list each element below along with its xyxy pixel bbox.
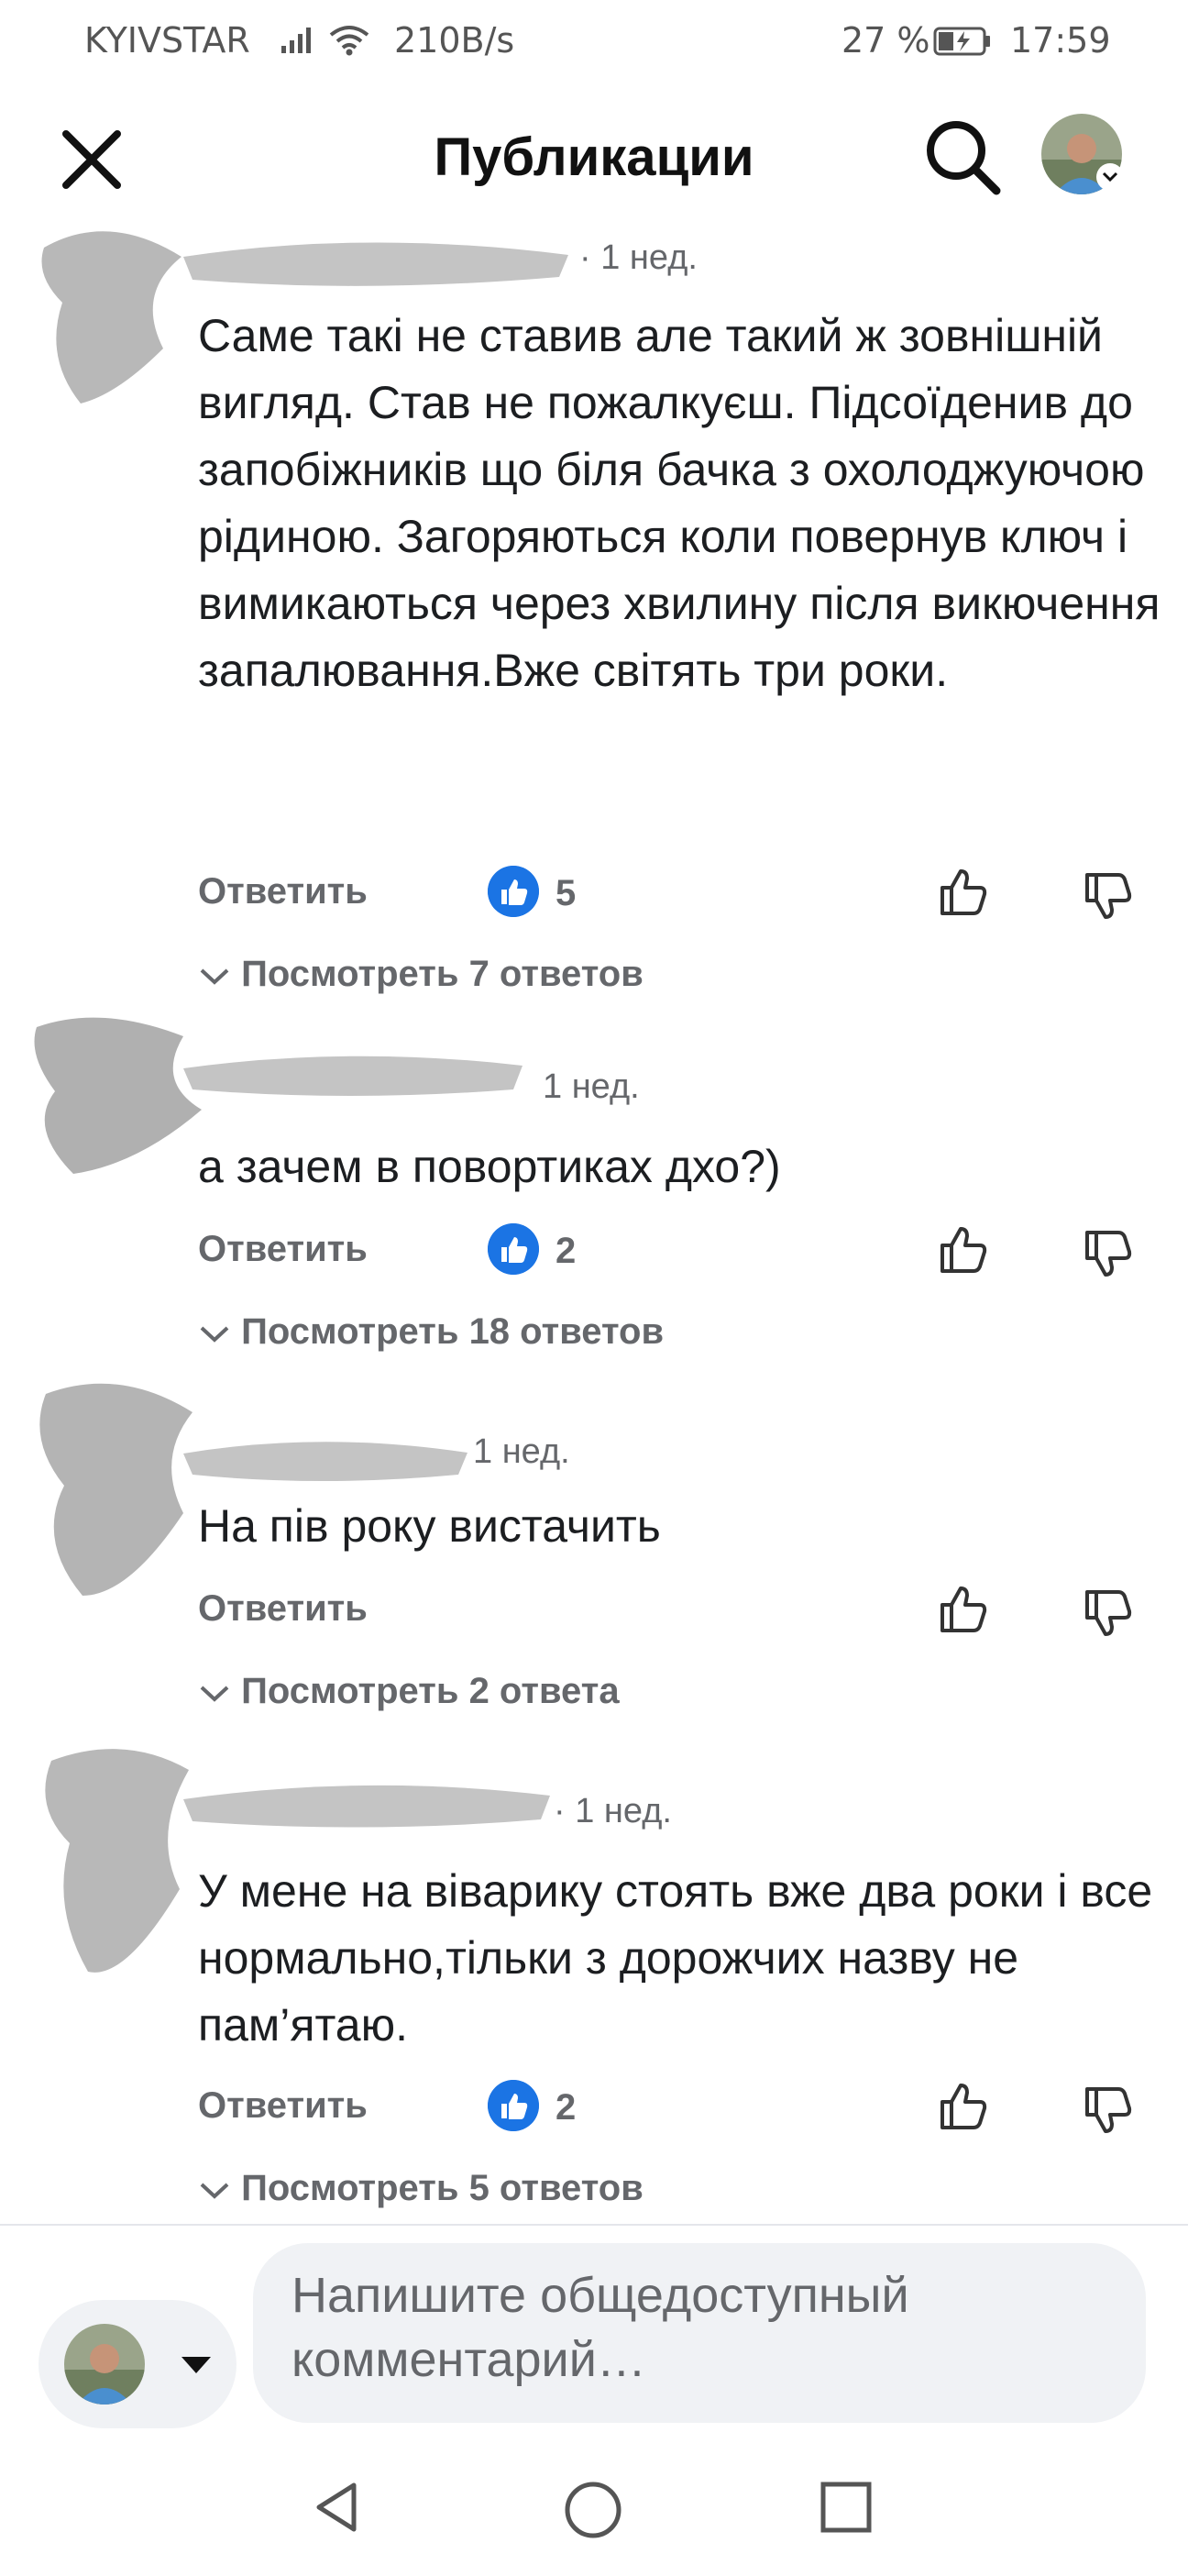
page-title: Публикации — [434, 127, 754, 187]
thumbs-up-icon[interactable] — [937, 864, 992, 919]
view-replies-label: Посмотреть 7 ответов — [241, 954, 644, 994]
chevron-down-icon — [200, 1686, 229, 1703]
view-replies-link[interactable]: Посмотреть 7 ответов — [198, 954, 644, 995]
search-icon[interactable] — [921, 116, 1004, 198]
view-replies-label: Посмотреть 18 ответов — [241, 1311, 665, 1352]
avatar-photo — [64, 2324, 145, 2405]
home-icon[interactable] — [561, 2478, 625, 2542]
like-reaction-icon — [488, 1223, 539, 1275]
reaction-count: 5 — [556, 873, 577, 913]
redacted-username — [183, 1442, 468, 1481]
comment-item: 1 нед. На пів року вистачить Ответить По… — [0, 1376, 1188, 1733]
thumbs-up-icon[interactable] — [937, 1222, 992, 1277]
back-icon[interactable] — [308, 2478, 367, 2537]
comment-time: 1 нед. — [543, 1067, 640, 1106]
app-header: Публикации — [0, 92, 1188, 220]
redacted-avatar — [41, 231, 182, 404]
chevron-down-icon — [200, 2183, 229, 2200]
redacted-avatar — [45, 1749, 190, 1973]
comment-composer[interactable] — [253, 2243, 1146, 2423]
battery-percent: 27 % — [842, 20, 930, 61]
chevron-down-icon — [200, 968, 229, 986]
redacted-avatar — [39, 1383, 193, 1596]
comment-item: 1 нед. а зачем в повортиках дхо?) Ответи… — [0, 1009, 1188, 1376]
comment-text: У мене на віварику стоять вже два роки і… — [198, 1865, 1153, 2051]
view-replies-link[interactable]: Посмотреть 5 ответов — [198, 2168, 644, 2209]
reply-link[interactable]: Ответить — [198, 2085, 368, 2127]
redacted-username — [183, 1785, 550, 1828]
signal-icon — [281, 28, 311, 53]
redacted-username — [183, 242, 568, 286]
comment-time: · 1 нед. — [554, 1792, 672, 1830]
battery-charging-icon — [933, 27, 990, 56]
reply-link[interactable]: Ответить — [198, 1229, 368, 1270]
composer-divider — [0, 2224, 1188, 2226]
view-replies-link[interactable]: Посмотреть 2 ответа — [198, 1671, 620, 1712]
thumbs-down-icon[interactable] — [1082, 1587, 1137, 1642]
comment-text: На пів року вистачить — [198, 1500, 661, 1552]
reaction-count: 2 — [556, 1231, 577, 1271]
reply-link[interactable]: Ответить — [198, 871, 368, 912]
status-bar: KYIVSTAR 210B/s 27 % 17:59 — [0, 0, 1188, 92]
comment-text: Саме такі не ставив але такий ж зовнішні… — [198, 310, 1160, 696]
comment-time: 1 нед. — [473, 1432, 570, 1471]
avatar — [64, 2324, 145, 2405]
comment-text: а зачем в повортиках дхо?) — [198, 1141, 781, 1192]
view-replies-label: Посмотреть 2 ответа — [241, 1671, 620, 1711]
thumbs-up-icon[interactable] — [937, 1581, 992, 1636]
comment-item: · 1 нед. У мене на віварику стоять вже д… — [0, 1733, 1188, 2210]
chevron-down-icon[interactable] — [1096, 163, 1124, 191]
thumbs-down-icon[interactable] — [1082, 2084, 1137, 2139]
comment-time: · 1 нед. — [579, 238, 698, 277]
thumbs-up-icon[interactable] — [937, 2078, 992, 2133]
network-speed: 210B/s — [394, 20, 515, 61]
thumbs-down-icon[interactable] — [1082, 869, 1137, 924]
chevron-down-icon — [200, 1326, 229, 1343]
carrier-name: KYIVSTAR — [84, 20, 250, 61]
caret-down-icon — [182, 2357, 211, 2373]
identity-switcher[interactable] — [38, 2300, 236, 2428]
comment-item: · 1 нед. Саме такі не ставив але такий ж… — [0, 220, 1188, 1009]
redacted-username — [183, 1056, 522, 1096]
view-replies-label: Посмотреть 5 ответов — [241, 2168, 644, 2208]
wifi-icon — [329, 26, 369, 56]
clock: 17:59 — [1010, 20, 1111, 61]
thumbs-down-icon[interactable] — [1082, 1227, 1137, 1282]
like-reaction-icon — [488, 2080, 539, 2131]
system-nav-bar — [0, 2458, 1188, 2576]
reply-link[interactable]: Ответить — [198, 1588, 368, 1630]
like-reaction-icon — [488, 866, 539, 917]
recent-apps-icon[interactable] — [819, 2480, 874, 2535]
view-replies-link[interactable]: Посмотреть 18 ответов — [198, 1311, 664, 1353]
comment-input[interactable] — [290, 2261, 1100, 2412]
reaction-count: 2 — [556, 2087, 577, 2128]
